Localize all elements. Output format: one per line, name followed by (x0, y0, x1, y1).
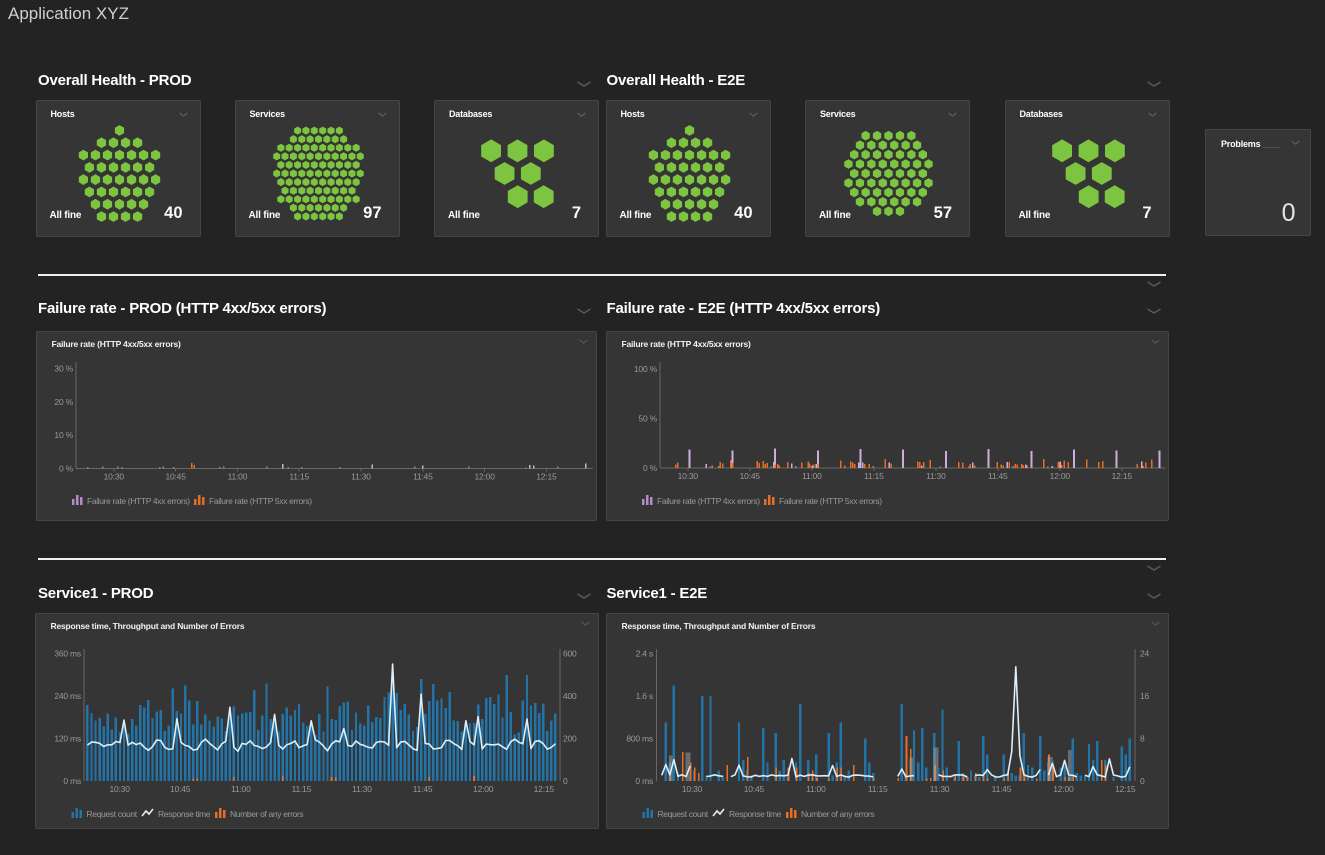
svg-text:10:30: 10:30 (682, 784, 703, 794)
svg-text:10:45: 10:45 (165, 472, 186, 482)
svg-text:11:45: 11:45 (988, 471, 1008, 481)
svg-text:Request count: Request count (87, 809, 138, 819)
svg-text:0 %: 0 % (643, 463, 658, 473)
svg-text:10:45: 10:45 (170, 784, 191, 794)
svg-text:200: 200 (563, 734, 577, 744)
svg-text:Request count: Request count (658, 809, 709, 819)
svg-text:12:15: 12:15 (1112, 471, 1133, 481)
svg-text:11:45: 11:45 (413, 784, 433, 794)
svg-text:11:15: 11:15 (868, 784, 888, 794)
svg-text:11:15: 11:15 (289, 472, 309, 482)
svg-text:2.4 s: 2.4 s (636, 649, 653, 659)
svg-text:0: 0 (563, 776, 568, 786)
svg-text:1.6 s: 1.6 s (636, 691, 653, 701)
svg-text:Response time: Response time (729, 809, 782, 819)
svg-text:11:30: 11:30 (930, 784, 950, 794)
svg-text:12:00: 12:00 (1053, 784, 1074, 794)
svg-text:400: 400 (563, 691, 577, 701)
svg-text:0 ms: 0 ms (635, 776, 653, 786)
svg-text:12:00: 12:00 (1050, 471, 1071, 481)
svg-text:0 %: 0 % (59, 464, 74, 474)
svg-text:30 %: 30 % (54, 364, 73, 374)
svg-text:10:45: 10:45 (744, 784, 765, 794)
svg-text:Response time: Response time (158, 809, 211, 819)
svg-text:11:45: 11:45 (413, 472, 433, 482)
svg-text:10:30: 10:30 (109, 784, 130, 794)
svg-text:11:00: 11:00 (228, 472, 248, 482)
svg-text:120 ms: 120 ms (54, 734, 81, 744)
svg-text:16: 16 (1140, 691, 1150, 701)
svg-text:Failure rate (HTTP 4xx errors): Failure rate (HTTP 4xx errors) (87, 496, 190, 506)
svg-text:10:30: 10:30 (678, 471, 699, 481)
svg-text:12:15: 12:15 (1115, 784, 1136, 794)
svg-text:0 ms: 0 ms (63, 776, 81, 786)
svg-text:11:15: 11:15 (864, 471, 884, 481)
svg-text:24: 24 (1140, 649, 1150, 659)
svg-text:10:30: 10:30 (104, 472, 125, 482)
svg-text:20 %: 20 % (54, 397, 73, 407)
svg-text:360 ms: 360 ms (54, 649, 81, 659)
svg-text:12:15: 12:15 (536, 472, 557, 482)
svg-text:12:00: 12:00 (474, 472, 495, 482)
svg-text:Failure rate (HTTP 5xx errors): Failure rate (HTTP 5xx errors) (209, 496, 312, 506)
svg-text:100 %: 100 % (634, 364, 658, 374)
svg-text:11:45: 11:45 (992, 784, 1012, 794)
svg-text:11:00: 11:00 (231, 784, 251, 794)
svg-text:600: 600 (563, 649, 577, 659)
svg-text:12:00: 12:00 (473, 784, 494, 794)
svg-text:Number of any errors: Number of any errors (230, 809, 303, 819)
svg-text:11:30: 11:30 (351, 472, 371, 482)
svg-text:Number of any errors: Number of any errors (801, 809, 874, 819)
svg-text:0: 0 (1140, 776, 1145, 786)
svg-text:Failure rate (HTTP 5xx errors): Failure rate (HTTP 5xx errors) (779, 496, 882, 506)
svg-text:50 %: 50 % (638, 414, 657, 424)
svg-text:10:45: 10:45 (740, 471, 761, 481)
svg-text:11:00: 11:00 (802, 471, 822, 481)
svg-text:11:30: 11:30 (352, 784, 372, 794)
svg-text:8: 8 (1140, 734, 1145, 744)
svg-text:12:15: 12:15 (534, 784, 555, 794)
svg-text:11:00: 11:00 (806, 784, 826, 794)
svg-text:800 ms: 800 ms (626, 734, 653, 744)
svg-text:Failure rate (HTTP 4xx errors): Failure rate (HTTP 4xx errors) (657, 496, 760, 506)
svg-text:10 %: 10 % (54, 430, 73, 440)
svg-text:240 ms: 240 ms (54, 691, 81, 701)
svg-text:11:15: 11:15 (292, 784, 312, 794)
svg-text:11:30: 11:30 (926, 471, 946, 481)
